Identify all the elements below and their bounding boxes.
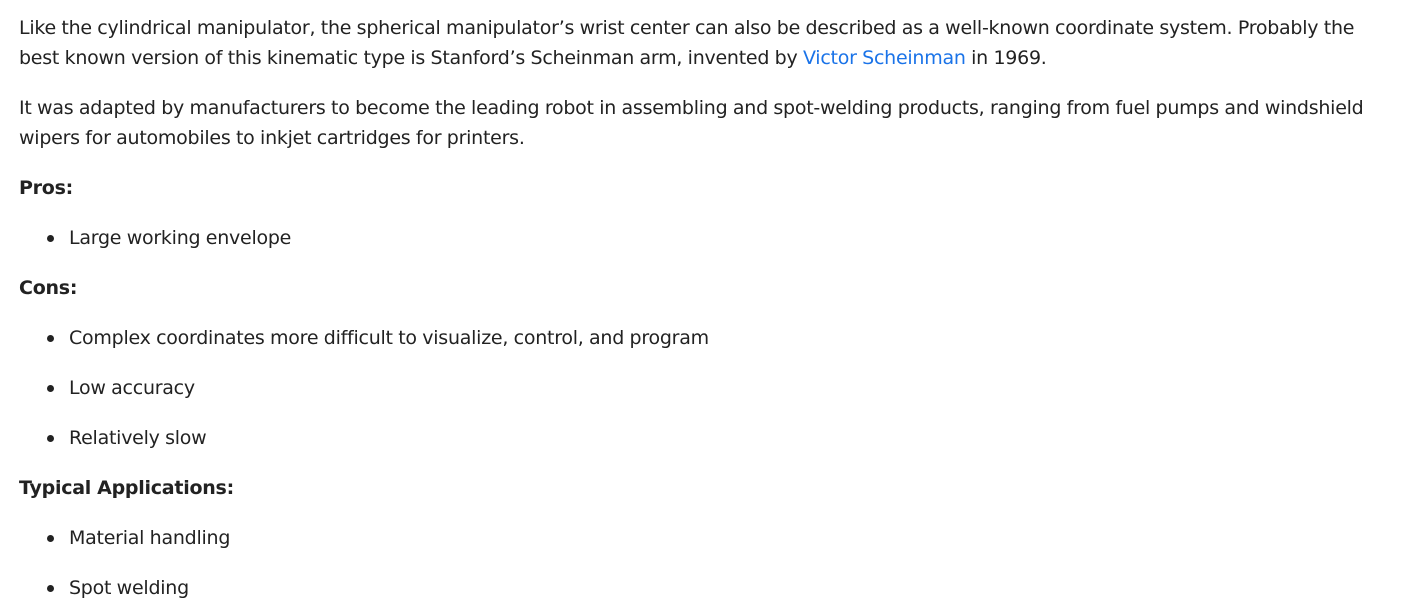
cons-list: Complex coordinates more difficult to vi… <box>19 323 1390 453</box>
applications-heading: Typical Applications: <box>19 477 234 499</box>
list-item: Spot welding <box>19 573 1390 603</box>
cons-heading: Cons: <box>19 277 78 299</box>
list-item: Relatively slow <box>19 423 1390 453</box>
pros-list: Large working envelope <box>19 223 1390 253</box>
intro-text-start: Like the cylindrical manipulator, the sp… <box>19 17 1355 69</box>
list-item: Material handling <box>19 523 1390 553</box>
victor-scheinman-link[interactable]: Victor Scheinman <box>803 47 966 69</box>
pros-heading: Pros: <box>19 177 74 199</box>
intro-text-end: in 1969. <box>965 47 1047 69</box>
list-item: Large working envelope <box>19 223 1390 253</box>
applications-list: Material handling Spot welding <box>19 523 1390 603</box>
list-item: Complex coordinates more difficult to vi… <box>19 323 1390 353</box>
article-body: Like the cylindrical manipulator, the sp… <box>0 0 1390 603</box>
intro-paragraph: Like the cylindrical manipulator, the sp… <box>19 13 1390 73</box>
adoption-paragraph: It was adapted by manufacturers to becom… <box>19 97 1364 149</box>
list-item: Low accuracy <box>19 373 1390 403</box>
